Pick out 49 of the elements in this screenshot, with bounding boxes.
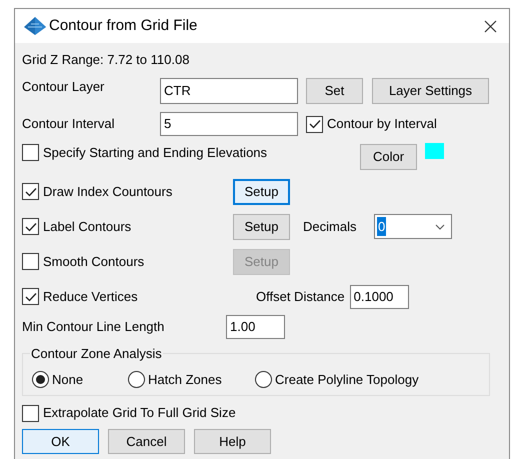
radio-button[interactable] xyxy=(128,370,145,388)
field-label: Offset Distance xyxy=(256,288,345,306)
button[interactable]: OK xyxy=(22,429,99,454)
button[interactable]: Help xyxy=(194,429,271,454)
button[interactable]: Layer Settings xyxy=(372,78,489,104)
chevron-down-icon xyxy=(435,224,445,230)
checkmark-icon xyxy=(308,119,320,129)
field-label: Contour Interval xyxy=(22,115,116,134)
pyramid-icon xyxy=(24,17,46,35)
button[interactable]: Setup xyxy=(233,214,290,240)
checkbox-label: Draw Index Countours xyxy=(43,182,172,201)
field-label: Min Contour Line Length xyxy=(22,318,166,336)
checkbox[interactable] xyxy=(22,144,39,162)
button[interactable]: Cancel xyxy=(108,429,185,454)
radio-label: Create Polyline Topology xyxy=(275,370,419,389)
range-label: Grid Z Range: 7.72 to 110.08 xyxy=(22,51,190,70)
checkbox-label: Reduce Vertices xyxy=(43,288,138,306)
checkmark-icon xyxy=(24,186,36,196)
radio-label: None xyxy=(52,370,84,388)
button[interactable]: Color xyxy=(360,144,417,170)
checkbox-label: Smooth Contours xyxy=(43,252,144,271)
checkbox-label: Contour by Interval xyxy=(327,115,437,134)
checkmark-icon xyxy=(24,222,36,232)
field-label: Decimals xyxy=(303,218,358,236)
checkbox[interactable] xyxy=(22,218,39,235)
dropdown[interactable]: 0 xyxy=(374,214,452,239)
radio-label: Hatch Zones xyxy=(148,370,222,388)
checkbox-label: Extrapolate Grid To Full Grid Size xyxy=(43,404,236,422)
button[interactable]: Setup xyxy=(233,178,290,204)
checkbox[interactable] xyxy=(22,288,39,305)
checkbox[interactable] xyxy=(306,116,323,132)
radio-button[interactable] xyxy=(255,370,272,388)
checkbox[interactable] xyxy=(22,253,39,270)
text-field[interactable]: 1.00 xyxy=(226,315,285,339)
field-label: Contour Layer xyxy=(22,78,106,96)
dropdown-value: 0 xyxy=(377,216,386,236)
window-title: Contour from Grid File xyxy=(49,16,198,36)
color-swatch[interactable] xyxy=(425,143,444,159)
radio-button[interactable] xyxy=(32,370,49,388)
checkbox[interactable] xyxy=(22,404,39,422)
text-field[interactable]: CTR xyxy=(160,78,298,104)
text-field[interactable]: 0.1000 xyxy=(350,284,409,308)
text-field[interactable]: 5 xyxy=(160,112,298,136)
button[interactable]: Set xyxy=(306,78,363,104)
close-icon[interactable] xyxy=(484,20,497,32)
checkbox[interactable] xyxy=(22,183,39,200)
checkbox-label: Label Contours xyxy=(43,218,132,236)
checkmark-icon xyxy=(24,292,36,302)
checkbox-label: Specify Starting and Ending Elevations xyxy=(43,144,268,162)
